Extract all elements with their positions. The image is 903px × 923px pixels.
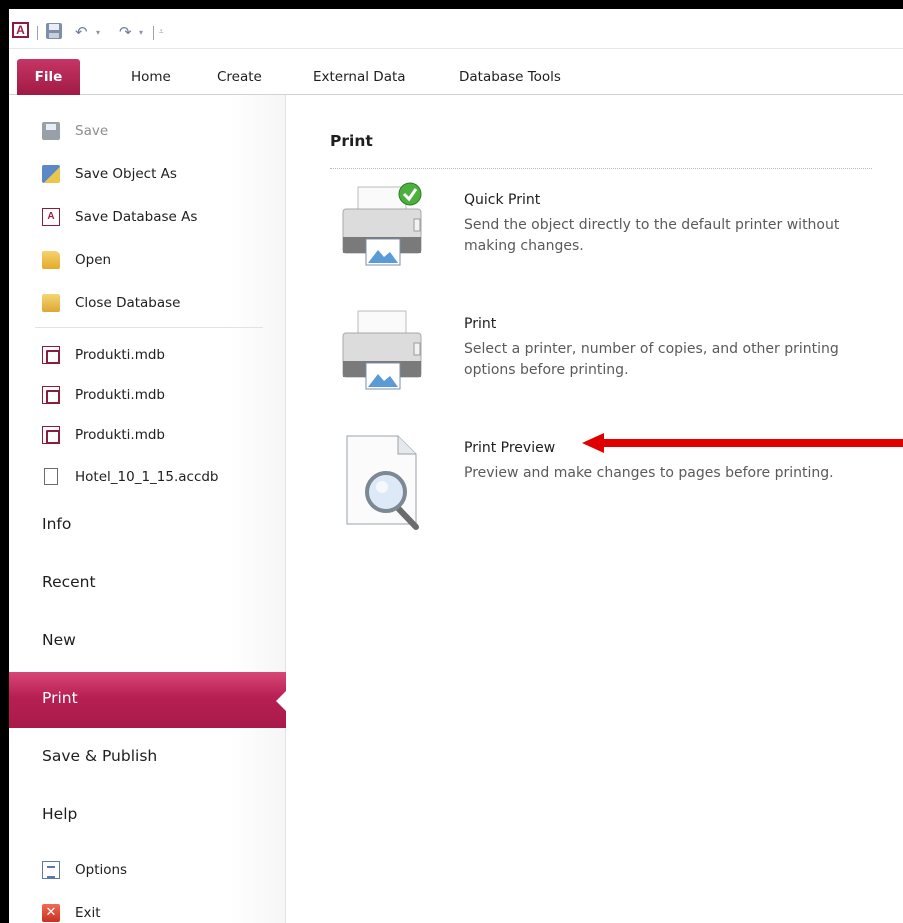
print-preview-icon bbox=[330, 430, 430, 530]
nav-save-database-as-label: Save Database As bbox=[75, 209, 198, 225]
recent-file-label: Produkti.mdb bbox=[75, 347, 165, 363]
exit-icon: ✕ bbox=[42, 904, 60, 922]
selection-pointer bbox=[276, 690, 287, 712]
nav-save-publish[interactable]: Save & Publish bbox=[9, 730, 286, 786]
print-title: Print bbox=[464, 316, 497, 332]
quick-print-option[interactable]: Quick Print Send the object directly to … bbox=[330, 182, 872, 282]
save-icon[interactable] bbox=[45, 22, 63, 40]
ribbon-tab-bar: File Home Create External Data Database … bbox=[9, 59, 903, 95]
quick-print-description: Send the object directly to the default … bbox=[464, 217, 840, 254]
tab-create[interactable]: Create bbox=[213, 59, 266, 95]
nav-info-label: Info bbox=[42, 515, 72, 533]
nav-open-label: Open bbox=[75, 252, 112, 268]
nav-info[interactable]: Info bbox=[9, 498, 286, 554]
toolbar-divider bbox=[37, 26, 38, 40]
nav-help-label: Help bbox=[42, 805, 78, 823]
quick-print-printer-icon bbox=[330, 182, 430, 282]
close-database-icon bbox=[42, 294, 60, 312]
nav-open[interactable]: Open bbox=[9, 242, 286, 278]
options-icon bbox=[42, 861, 60, 879]
nav-save-object-as-label: Save Object As bbox=[75, 166, 177, 182]
tab-database-tools[interactable]: Database Tools bbox=[455, 59, 565, 95]
toolbar-divider bbox=[153, 26, 154, 40]
nav-new[interactable]: New bbox=[9, 614, 286, 670]
nav-save-publish-label: Save & Publish bbox=[42, 747, 158, 765]
access-file-icon bbox=[42, 346, 60, 364]
nav-recent[interactable]: Recent bbox=[9, 556, 286, 612]
nav-save[interactable]: Save bbox=[9, 113, 286, 149]
nav-exit[interactable]: ✕ Exit bbox=[9, 895, 286, 923]
redo-icon[interactable]: ↷ bbox=[119, 23, 132, 41]
access-file-icon bbox=[42, 386, 60, 404]
undo-dropdown-icon[interactable]: ▾ bbox=[96, 24, 100, 40]
section-divider bbox=[330, 168, 872, 169]
nav-print[interactable]: Print bbox=[9, 672, 287, 728]
tab-home[interactable]: Home bbox=[127, 59, 175, 95]
tab-file[interactable]: File bbox=[17, 59, 80, 95]
nav-save-object-as[interactable]: Save Object As bbox=[9, 156, 286, 192]
quick-print-title: Quick Print bbox=[464, 192, 541, 208]
recent-file-label: Produkti.mdb bbox=[75, 387, 165, 403]
nav-exit-label: Exit bbox=[75, 905, 101, 921]
recent-file-label: Produkti.mdb bbox=[75, 427, 165, 443]
nav-new-label: New bbox=[42, 631, 76, 649]
nav-help[interactable]: Help bbox=[9, 788, 286, 844]
access-logo-icon[interactable]: A bbox=[12, 22, 29, 38]
undo-icon[interactable]: ↶ bbox=[75, 23, 88, 41]
print-section-title: Print bbox=[330, 132, 373, 150]
save-icon bbox=[42, 122, 60, 140]
access-file-icon bbox=[42, 426, 60, 444]
nav-print-label: Print bbox=[42, 689, 78, 707]
nav-close-database-label: Close Database bbox=[75, 295, 181, 311]
nav-recent-label: Recent bbox=[42, 573, 96, 591]
save-object-as-icon bbox=[42, 165, 60, 183]
access-backstage-window: A ↶ ▾ ↷ ▾ ⩡ File Home Create External Da… bbox=[9, 9, 903, 923]
print-panel: Print Quick Print Send the object direct… bbox=[287, 95, 903, 923]
quick-access-toolbar: A ↶ ▾ ↷ ▾ ⩡ bbox=[9, 9, 903, 49]
save-database-as-icon: A bbox=[42, 208, 60, 226]
recent-file-item[interactable]: Produkti.mdb bbox=[9, 377, 286, 413]
print-option[interactable]: Print Select a printer, number of copies… bbox=[330, 306, 872, 406]
nav-save-database-as[interactable]: A Save Database As bbox=[9, 199, 286, 235]
print-preview-description: Preview and make changes to pages before… bbox=[464, 465, 834, 481]
customize-toolbar-icon[interactable]: ⩡ bbox=[159, 24, 164, 40]
recent-file-label: Hotel_10_1_15.accdb bbox=[75, 469, 219, 485]
annotation-arrow bbox=[582, 433, 903, 453]
tab-external-data[interactable]: External Data bbox=[309, 59, 410, 95]
nav-options[interactable]: Options bbox=[9, 852, 286, 888]
nav-divider bbox=[35, 327, 263, 328]
recent-file-item[interactable]: Produkti.mdb bbox=[9, 337, 286, 373]
nav-save-label: Save bbox=[75, 123, 109, 139]
backstage-nav: Save Save Object As A Save Database As O… bbox=[9, 95, 287, 923]
open-folder-icon bbox=[42, 251, 60, 269]
nav-close-database[interactable]: Close Database bbox=[9, 285, 286, 321]
recent-file-item[interactable]: Produkti.mdb bbox=[9, 417, 286, 453]
recent-file-item[interactable]: Hotel_10_1_15.accdb bbox=[9, 459, 286, 495]
document-icon bbox=[44, 468, 58, 485]
printer-icon bbox=[330, 306, 430, 406]
print-preview-title: Print Preview bbox=[464, 440, 556, 456]
nav-options-label: Options bbox=[75, 862, 128, 878]
redo-dropdown-icon[interactable]: ▾ bbox=[139, 24, 143, 40]
print-description: Select a printer, number of copies, and … bbox=[464, 341, 839, 378]
